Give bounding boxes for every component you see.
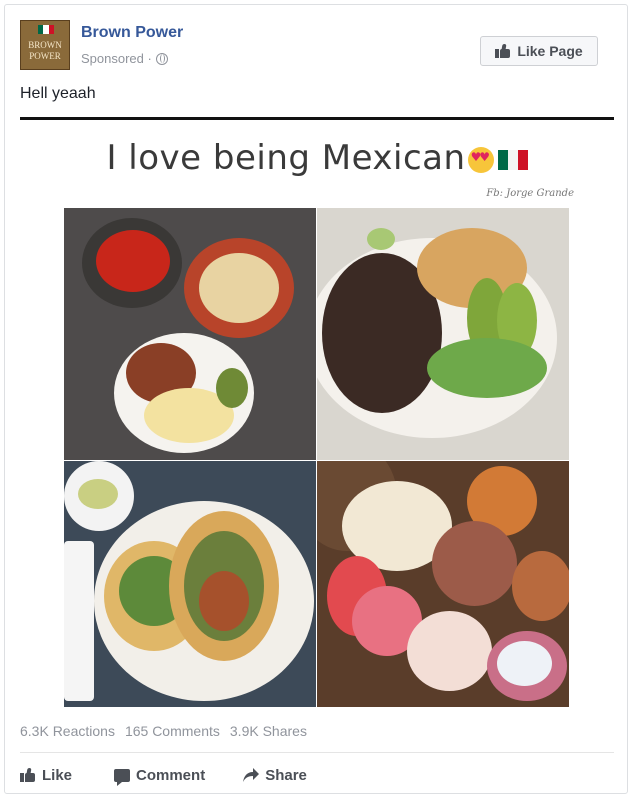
comment-label: Comment bbox=[136, 766, 206, 784]
page-name-link[interactable]: Brown Power bbox=[81, 24, 183, 42]
globe-icon[interactable] bbox=[155, 52, 168, 65]
post-header: BROWN POWER Brown Power Sponsored · Like… bbox=[20, 20, 614, 74]
page-logo[interactable]: BROWN POWER bbox=[20, 20, 70, 70]
share-button[interactable]: Share bbox=[243, 761, 307, 789]
like-page-label: Like Page bbox=[517, 43, 583, 59]
thumbs-up-icon bbox=[495, 44, 511, 58]
share-arrow-icon bbox=[243, 768, 260, 782]
comment-button[interactable]: Comment bbox=[114, 761, 205, 789]
reactions-count[interactable]: 6.3K Reactions bbox=[20, 723, 115, 739]
logo-text-line-1: BROWN bbox=[28, 40, 62, 50]
post-image[interactable]: I love being Mexican Fb: Jorge Grande bbox=[20, 117, 614, 707]
comment-bubble-icon bbox=[114, 768, 131, 786]
like-label: Like bbox=[42, 766, 73, 784]
engagement-stats: 6.3K Reactions 165 Comments 3.9K Shares bbox=[20, 723, 307, 739]
post-actions: Like Comment Share bbox=[20, 761, 614, 789]
comments-count[interactable]: 165 Comments bbox=[125, 723, 220, 739]
food-tile-pan-dulce bbox=[317, 461, 569, 707]
food-tile-salsa-beans-eggs bbox=[64, 208, 316, 460]
food-tile-carne-asada bbox=[317, 208, 569, 460]
post-text: Hell yeaah bbox=[20, 85, 96, 102]
image-caption: I love being Mexican bbox=[20, 138, 614, 178]
sponsored-text: Sponsored · bbox=[81, 51, 152, 66]
image-caption-text: I love being Mexican bbox=[106, 138, 466, 178]
mexico-flag-icon bbox=[497, 149, 528, 170]
actions-divider bbox=[20, 752, 614, 753]
share-label: Share bbox=[265, 766, 307, 784]
heart-eyes-emoji-icon bbox=[467, 146, 494, 173]
like-button[interactable]: Like bbox=[20, 761, 72, 789]
sponsored-label: Sponsored · bbox=[81, 51, 168, 66]
post-card: BROWN POWER Brown Power Sponsored · Like… bbox=[4, 4, 628, 794]
logo-text-line-2: POWER bbox=[29, 51, 61, 61]
thumbs-up-icon bbox=[20, 768, 36, 782]
logo-flag-icon bbox=[38, 25, 54, 34]
food-tile-tacos bbox=[64, 461, 316, 707]
shares-count[interactable]: 3.9K Shares bbox=[230, 723, 307, 739]
like-page-button[interactable]: Like Page bbox=[480, 36, 598, 66]
photo-credit: Fb: Jorge Grande bbox=[486, 188, 574, 199]
